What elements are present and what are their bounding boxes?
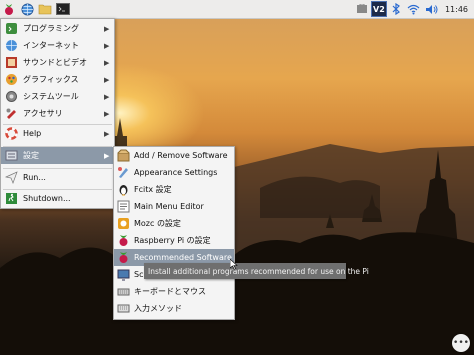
menu-item-label: インターネット xyxy=(23,41,79,50)
input-method-icon xyxy=(117,302,130,315)
terminal-icon xyxy=(56,3,70,15)
terminal-launcher[interactable] xyxy=(54,0,72,18)
menu-item-run[interactable]: Run... xyxy=(1,169,114,186)
tooltip: Install additional programs recommended … xyxy=(144,263,369,279)
chevron-right-icon: ▶ xyxy=(104,41,110,50)
submenu-item-raspberry-pi-config[interactable]: Raspberry Pi の設定 xyxy=(114,232,234,249)
bluetooth-button[interactable] xyxy=(387,0,405,18)
chevron-right-icon: ▶ xyxy=(104,109,110,118)
raspberry-icon xyxy=(117,234,130,247)
globe-icon xyxy=(21,3,33,15)
menu-item-label: アクセサリ xyxy=(23,109,63,118)
menu-item-help[interactable]: Help ▶ xyxy=(1,125,114,142)
mouse-cursor-icon xyxy=(230,259,238,270)
appearance-icon xyxy=(117,166,130,179)
menu-item-label: システムツール xyxy=(23,92,79,101)
run-paper-plane-icon xyxy=(4,171,18,185)
mozc-icon xyxy=(117,217,130,230)
menu-item-label: Shutdown... xyxy=(23,194,71,203)
top-panel: V2 11:46 xyxy=(0,0,474,19)
menu-item-label: Help xyxy=(23,129,42,138)
raspberry-logo-icon xyxy=(5,3,13,15)
preferences-icon xyxy=(4,149,18,163)
menu-item-accessories[interactable]: アクセサリ ▶ xyxy=(1,105,114,122)
graphics-icon xyxy=(4,73,18,87)
menu-item-system-tools[interactable]: システムツール ▶ xyxy=(1,88,114,105)
chevron-right-icon: ▶ xyxy=(104,92,110,101)
system-tools-icon xyxy=(4,90,18,104)
fcitx-penguin-icon xyxy=(117,183,130,196)
submenu-item-label: Fcitx 設定 xyxy=(134,185,172,194)
clock[interactable]: 11:46 xyxy=(441,5,474,14)
submenu-item-label: Recommended Software xyxy=(134,253,232,262)
wifi-button[interactable] xyxy=(405,0,423,18)
volume-button[interactable] xyxy=(423,0,441,18)
application-menu: プログラミング ▶ インターネット ▶ サウンドとビデオ ▶ グラフィックス ▶… xyxy=(0,18,115,209)
menu-item-label: Run... xyxy=(23,173,46,182)
submenu-item-keyboard-mouse[interactable]: キーボードとマウス xyxy=(114,283,234,300)
chevron-right-icon: ▶ xyxy=(104,58,110,67)
menu-item-shutdown[interactable]: Shutdown... xyxy=(1,190,114,207)
menu-item-internet[interactable]: インターネット ▶ xyxy=(1,37,114,54)
file-manager-launcher[interactable] xyxy=(36,0,54,18)
vnc-server-icon[interactable]: V2 xyxy=(370,1,387,17)
submenu-item-main-menu-editor[interactable]: Main Menu Editor xyxy=(114,198,234,215)
help-lifebuoy-icon xyxy=(4,127,18,141)
package-icon xyxy=(117,149,130,162)
sound-video-icon xyxy=(4,56,18,70)
more-options-button[interactable]: ••• xyxy=(452,334,470,352)
eject-icon xyxy=(356,4,367,13)
submenu-item-fcitx-settings[interactable]: Fcitx 設定 xyxy=(114,181,234,198)
menu-item-label: サウンドとビデオ xyxy=(23,58,87,67)
eject-tray-button[interactable] xyxy=(353,0,371,18)
submenu-item-label: Add / Remove Software xyxy=(134,151,228,160)
submenu-item-add-remove-software[interactable]: Add / Remove Software xyxy=(114,147,234,164)
menu-item-programming[interactable]: プログラミング ▶ xyxy=(1,20,114,37)
submenu-item-label: Mozc の設定 xyxy=(134,219,181,228)
raspberry-icon xyxy=(117,251,130,264)
menu-item-label: グラフィックス xyxy=(23,75,79,84)
bluetooth-icon xyxy=(392,3,400,15)
raspberry-menu-button[interactable] xyxy=(0,0,18,18)
submenu-item-mozc-settings[interactable]: Mozc の設定 xyxy=(114,215,234,232)
shutdown-exit-icon xyxy=(4,192,18,206)
menu-item-label: プログラミング xyxy=(23,24,79,33)
submenu-item-input-method[interactable]: 入力メソッド xyxy=(114,300,234,317)
folder-icon xyxy=(38,4,52,15)
programming-icon xyxy=(4,22,18,36)
submenu-item-label: Raspberry Pi の設定 xyxy=(134,236,211,245)
submenu-item-label: キーボードとマウス xyxy=(134,287,206,296)
preferences-submenu: Add / Remove Software Appearance Setting… xyxy=(113,146,235,320)
speaker-icon xyxy=(426,4,438,14)
screen-config-icon xyxy=(117,268,130,281)
submenu-item-label: Appearance Settings xyxy=(134,168,218,177)
menu-editor-icon xyxy=(117,200,130,213)
chevron-right-icon: ▶ xyxy=(104,24,110,33)
menu-item-preferences[interactable]: 設定 ▶ xyxy=(1,147,114,164)
submenu-item-label: Main Menu Editor xyxy=(134,202,204,211)
menu-item-label: 設定 xyxy=(23,151,39,160)
menu-item-sound-video[interactable]: サウンドとビデオ ▶ xyxy=(1,54,114,71)
chevron-right-icon: ▶ xyxy=(104,75,110,84)
keyboard-mouse-icon xyxy=(117,285,130,298)
wifi-icon xyxy=(408,4,420,14)
ellipsis-icon: ••• xyxy=(453,338,469,348)
submenu-item-label: 入力メソッド xyxy=(134,304,182,313)
submenu-item-appearance-settings[interactable]: Appearance Settings xyxy=(114,164,234,181)
submenu-item-label: Sc xyxy=(134,270,144,279)
internet-globe-icon xyxy=(4,39,18,53)
chevron-right-icon: ▶ xyxy=(104,129,110,138)
accessories-icon xyxy=(4,107,18,121)
web-browser-launcher[interactable] xyxy=(18,0,36,18)
menu-item-graphics[interactable]: グラフィックス ▶ xyxy=(1,71,114,88)
